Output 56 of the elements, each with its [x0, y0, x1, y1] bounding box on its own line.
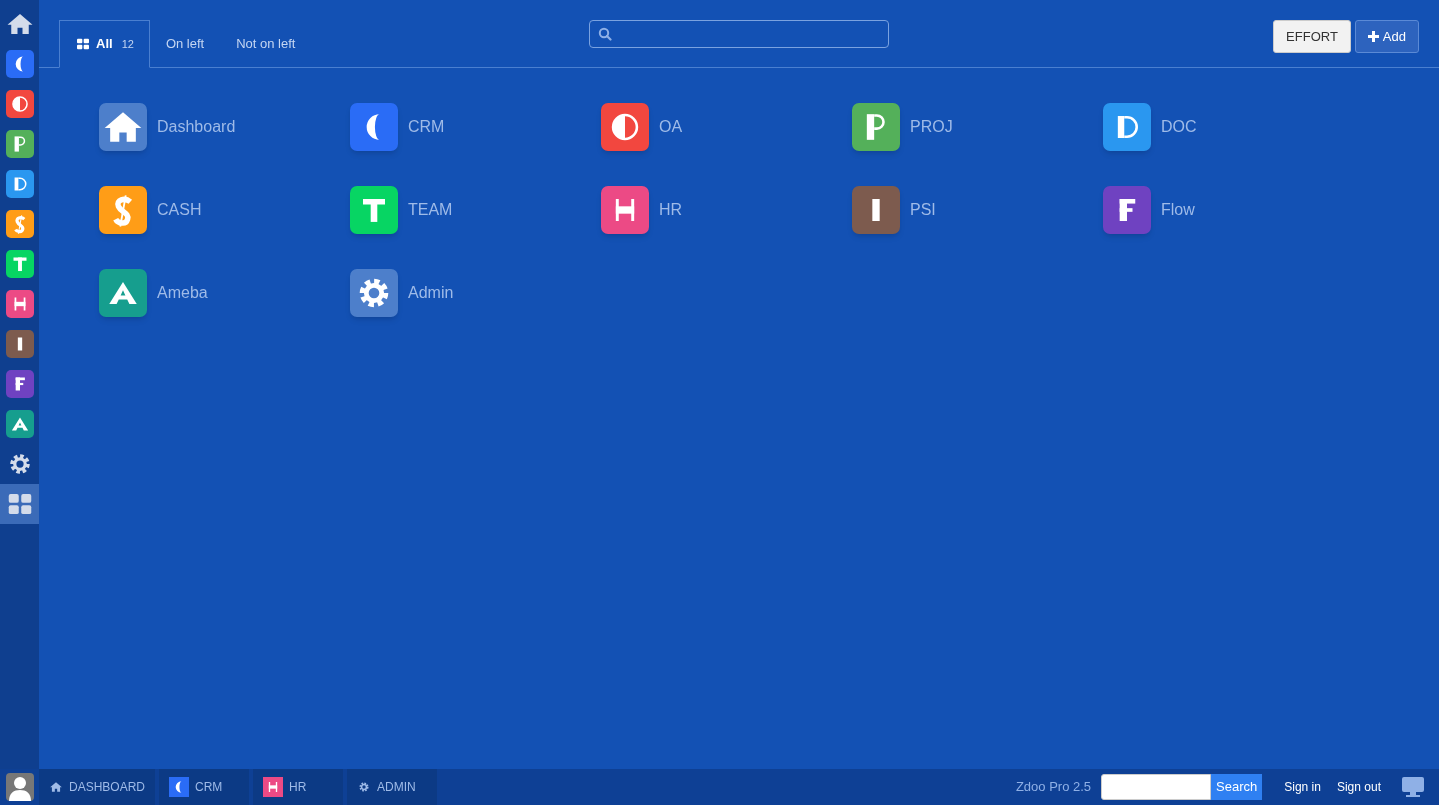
app-name[interactable]: Flow — [1161, 198, 1195, 222]
count: 12 — [121, 36, 134, 52]
app-name[interactable]: PSI — [910, 198, 936, 222]
a-shape-app-icon[interactable] — [5, 410, 34, 438]
crescent-app-icon[interactable] — [5, 50, 34, 78]
tab[interactable]: On left — [149, 20, 221, 68]
bar-app-icon[interactable] — [852, 186, 900, 234]
p-shape-app-icon[interactable] — [852, 103, 900, 151]
half-circle-app-icon[interactable] — [5, 90, 34, 118]
t-shape-app-icon[interactable] — [5, 250, 34, 278]
app-name[interactable]: CASH — [157, 198, 202, 222]
app-name[interactable]: Ameba — [157, 281, 208, 305]
app-name[interactable]: DOC — [1161, 115, 1197, 139]
search-input[interactable] — [1101, 774, 1212, 800]
taskbar-item[interactable]: DASHBOARD — [39, 769, 155, 805]
d-shape-app-icon[interactable] — [1103, 103, 1151, 151]
dollar-app-icon[interactable] — [5, 210, 34, 238]
monitor-icon[interactable] — [1401, 776, 1425, 798]
bar-app-icon[interactable] — [5, 330, 34, 358]
search-button[interactable]: Search — [1211, 774, 1263, 800]
plus-icon — [1367, 31, 1379, 42]
f-shape-app-icon[interactable] — [1103, 186, 1151, 234]
a-shape-app-icon[interactable] — [99, 269, 147, 317]
p-shape-app-icon[interactable] — [5, 130, 34, 158]
avatar-icon[interactable] — [5, 773, 34, 801]
house-icon — [49, 780, 63, 794]
h-shape-app-icon[interactable] — [601, 186, 649, 234]
link[interactable]: Sign in — [1284, 778, 1321, 796]
settings-icon — [357, 780, 371, 794]
taskbar-item[interactable]: CRM — [159, 769, 249, 805]
h-shape-app-icon[interactable] — [5, 290, 34, 318]
crescent-app-icon[interactable] — [350, 103, 398, 151]
search-field[interactable] — [589, 20, 889, 48]
taskbar-item[interactable]: HR — [253, 769, 343, 805]
app-name[interactable]: OA — [659, 115, 683, 139]
add-button[interactable]: Add — [1354, 20, 1419, 53]
link[interactable]: Sign out — [1336, 778, 1381, 796]
settings-app-icon[interactable] — [350, 269, 398, 317]
effort-button[interactable]: EFFORT — [1273, 20, 1351, 53]
app-name[interactable]: Dashboard — [157, 115, 236, 139]
version-label: Zdoo Pro 2.5 — [1015, 778, 1092, 797]
half-circle-app-icon[interactable] — [601, 103, 649, 151]
house-app-icon[interactable] — [99, 103, 147, 151]
app-name[interactable]: HR — [659, 198, 683, 222]
search-icon — [598, 27, 612, 41]
grid-icon — [75, 36, 91, 52]
d-shape-app-icon[interactable] — [5, 170, 34, 198]
f-shape-app-icon[interactable] — [5, 370, 34, 398]
dollar-app-icon[interactable] — [99, 186, 147, 234]
app-name[interactable]: PROJ — [910, 115, 953, 139]
app-name[interactable]: TEAM — [408, 198, 453, 222]
app-name[interactable]: Admin — [408, 281, 454, 305]
tab[interactable]: Not on left — [220, 20, 312, 68]
taskbar-item[interactable]: ADMIN — [347, 769, 437, 805]
tab[interactable]: All 12 — [59, 20, 150, 68]
app-name[interactable]: CRM — [408, 115, 445, 139]
